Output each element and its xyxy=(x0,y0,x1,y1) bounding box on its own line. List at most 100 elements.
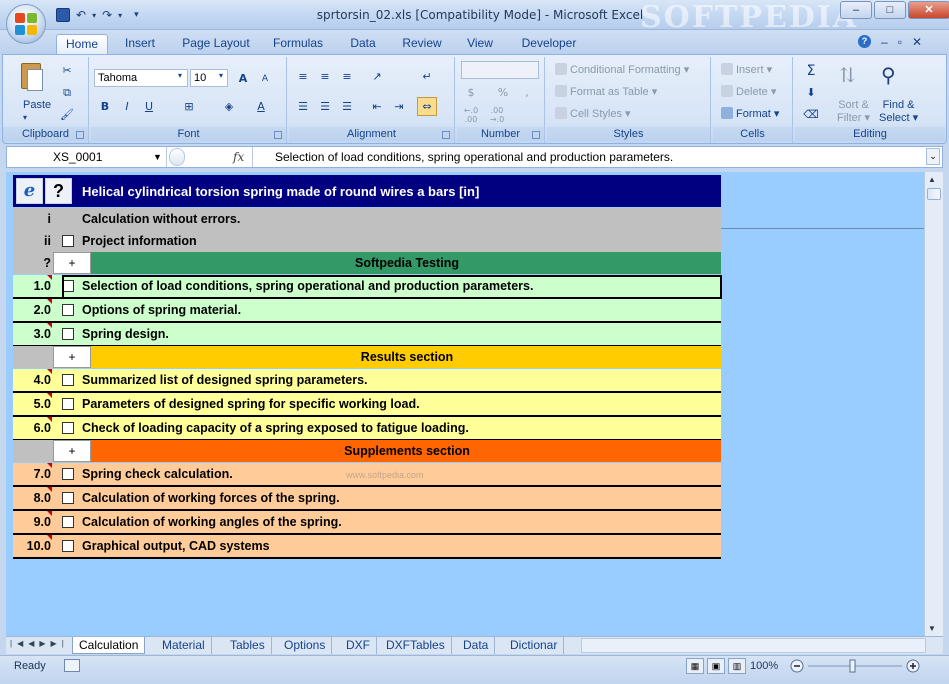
row-label[interactable]: Calculation without errors. xyxy=(82,208,240,230)
chevron-down-icon[interactable]: ▾ xyxy=(219,71,223,80)
minimize-workbook-icon[interactable]: – xyxy=(881,35,888,49)
row-label[interactable]: Graphical output, CAD systems xyxy=(82,535,270,557)
expand-formula-bar-button[interactable]: ⌄ xyxy=(926,148,940,165)
merge-center-icon[interactable]: ⇔ xyxy=(417,97,437,116)
percent-button[interactable]: % xyxy=(493,83,513,102)
menu-row[interactable]: 3.0 Spring design. xyxy=(13,323,721,347)
format-as-table-button[interactable]: Format as Table ▾ xyxy=(555,85,657,98)
menu-row[interactable]: 2.0 Options of spring material. xyxy=(13,299,721,323)
tab-home[interactable]: Home xyxy=(56,34,108,54)
increase-decimal-button[interactable]: ←.0 .00 xyxy=(461,105,481,124)
sheet-tab-tables[interactable]: Tables xyxy=(224,637,272,654)
zoom-slider-thumb[interactable] xyxy=(849,659,856,673)
comment-indicator-icon[interactable] xyxy=(47,535,52,540)
comma-button[interactable]: , xyxy=(517,83,537,102)
sort-filter-icon[interactable]: ⇅ xyxy=(839,63,867,93)
insert-cells-button[interactable]: Insert ▾ xyxy=(721,63,772,76)
comment-indicator-icon[interactable] xyxy=(47,323,52,328)
name-box[interactable]: XS_0001 xyxy=(7,147,167,167)
page-layout-view-icon[interactable]: ▣ xyxy=(707,658,725,674)
zoom-slider[interactable] xyxy=(790,658,920,674)
row-label[interactable]: Summarized list of designed spring param… xyxy=(82,369,368,391)
restore-workbook-icon[interactable]: ▫ xyxy=(898,35,902,49)
sheet-tab-calculation[interactable]: Calculation xyxy=(72,637,146,654)
italic-button[interactable]: I xyxy=(117,97,137,116)
normal-view-icon[interactable]: ▦ xyxy=(686,658,704,674)
row-label[interactable]: Parameters of designed spring for specif… xyxy=(82,393,420,415)
expand-section-button[interactable]: + xyxy=(53,252,91,274)
maximize-button[interactable]: □ xyxy=(874,1,906,19)
tab-review[interactable]: Review xyxy=(396,34,448,54)
menu-row[interactable]: 4.0 Summarized list of designed spring pa… xyxy=(13,369,721,393)
align-center-icon[interactable]: ☰ xyxy=(315,97,335,116)
format-painter-icon[interactable]: 🖌 xyxy=(57,105,77,124)
align-bottom-icon[interactable]: ≡ xyxy=(337,67,357,86)
sheet-tab-material[interactable]: Material xyxy=(156,637,212,654)
comment-indicator-icon[interactable] xyxy=(47,487,52,492)
conditional-formatting-button[interactable]: Conditional Formatting ▾ xyxy=(555,63,689,76)
paste-button[interactable]: Paste xyxy=(23,99,51,111)
row-checkbox[interactable] xyxy=(62,328,74,340)
menu-row[interactable]: i Calculation without errors. xyxy=(13,208,721,230)
dialog-launcher-icon[interactable] xyxy=(274,131,282,139)
formula-bar-splitter[interactable] xyxy=(169,148,185,166)
format-cells-button[interactable]: Format ▾ xyxy=(721,107,779,120)
row-label[interactable]: Calculation of working forces of the spr… xyxy=(82,487,340,509)
fill-icon[interactable]: ⬇ xyxy=(801,83,821,102)
tab-data[interactable]: Data xyxy=(340,34,386,54)
menu-row[interactable]: 8.0 Calculation of working forces of the … xyxy=(13,487,721,511)
binoculars-icon[interactable]: ⚲ xyxy=(881,63,909,93)
font-family-select[interactable]: Tahoma xyxy=(94,69,188,87)
sheet-tab-options[interactable]: Options xyxy=(278,637,333,654)
expand-section-button[interactable]: + xyxy=(53,440,91,462)
comment-indicator-icon[interactable] xyxy=(47,463,52,468)
tab-developer[interactable]: Developer xyxy=(512,34,586,54)
row-checkbox[interactable] xyxy=(62,374,74,386)
sheet-tab-dxftables[interactable]: DXFTables xyxy=(380,637,452,654)
internet-explorer-icon[interactable]: e xyxy=(16,178,43,204)
dialog-launcher-icon[interactable] xyxy=(532,131,540,139)
chevron-down-icon[interactable]: ▾ xyxy=(92,11,96,20)
row-label[interactable]: Spring check calculation. xyxy=(82,463,233,485)
close-workbook-icon[interactable]: ✕ xyxy=(912,35,922,49)
scrollbar-thumb[interactable] xyxy=(927,188,941,200)
fill-color-icon[interactable]: ◈ xyxy=(219,97,239,116)
row-checkbox[interactable] xyxy=(62,398,74,410)
row-checkbox[interactable] xyxy=(62,540,74,552)
increase-indent-icon[interactable]: ⇥ xyxy=(389,97,409,116)
section-header-row[interactable]: ? + Softpedia Testing xyxy=(13,252,721,274)
chevron-down-icon[interactable]: ▾ xyxy=(178,71,182,80)
help-button[interactable]: ? xyxy=(45,178,72,204)
find-select-button[interactable]: Find & Select ▾ xyxy=(879,99,918,125)
bold-button[interactable]: B xyxy=(95,97,115,116)
chevron-down-icon[interactable]: ▼ xyxy=(153,148,162,166)
align-top-icon[interactable]: ≡ xyxy=(293,67,313,86)
comment-indicator-icon[interactable] xyxy=(47,275,52,280)
sheet-tab-dxf[interactable]: DXF xyxy=(340,637,377,654)
row-checkbox[interactable] xyxy=(62,280,74,292)
wrap-text-icon[interactable]: ↵ xyxy=(417,67,437,86)
sheet-tab-data[interactable]: Data xyxy=(457,637,496,654)
number-format-select[interactable] xyxy=(461,61,539,79)
horizontal-scrollbar[interactable] xyxy=(581,638,926,653)
copy-icon[interactable]: ⧉ xyxy=(57,83,77,102)
sheet-tab-dictionary[interactable]: Dictionar xyxy=(504,637,564,654)
cell-styles-button[interactable]: Cell Styles ▾ xyxy=(555,107,631,120)
office-button[interactable] xyxy=(6,4,46,44)
delete-cells-button[interactable]: Delete ▾ xyxy=(721,85,776,98)
undo-icon[interactable]: ↶ xyxy=(76,8,86,22)
align-middle-icon[interactable]: ≡ xyxy=(315,67,335,86)
align-left-icon[interactable]: ☰ xyxy=(293,97,313,116)
scroll-up-icon[interactable]: ▲ xyxy=(928,175,936,184)
formula-input[interactable]: Selection of load conditions, spring ope… xyxy=(275,147,673,167)
page-break-view-icon[interactable]: ▥ xyxy=(728,658,746,674)
chevron-down-icon[interactable]: ▾ xyxy=(118,11,122,20)
orientation-icon[interactable]: ↗ xyxy=(367,67,387,86)
grow-font-button[interactable]: A xyxy=(233,69,253,88)
close-button[interactable]: ✕ xyxy=(908,1,949,19)
row-label[interactable]: Options of spring material. xyxy=(82,299,241,321)
row-checkbox[interactable] xyxy=(62,468,74,480)
menu-row[interactable]: ii Project information xyxy=(13,230,721,252)
row-label[interactable]: Project information xyxy=(82,230,197,252)
comment-indicator-icon[interactable] xyxy=(47,511,52,516)
